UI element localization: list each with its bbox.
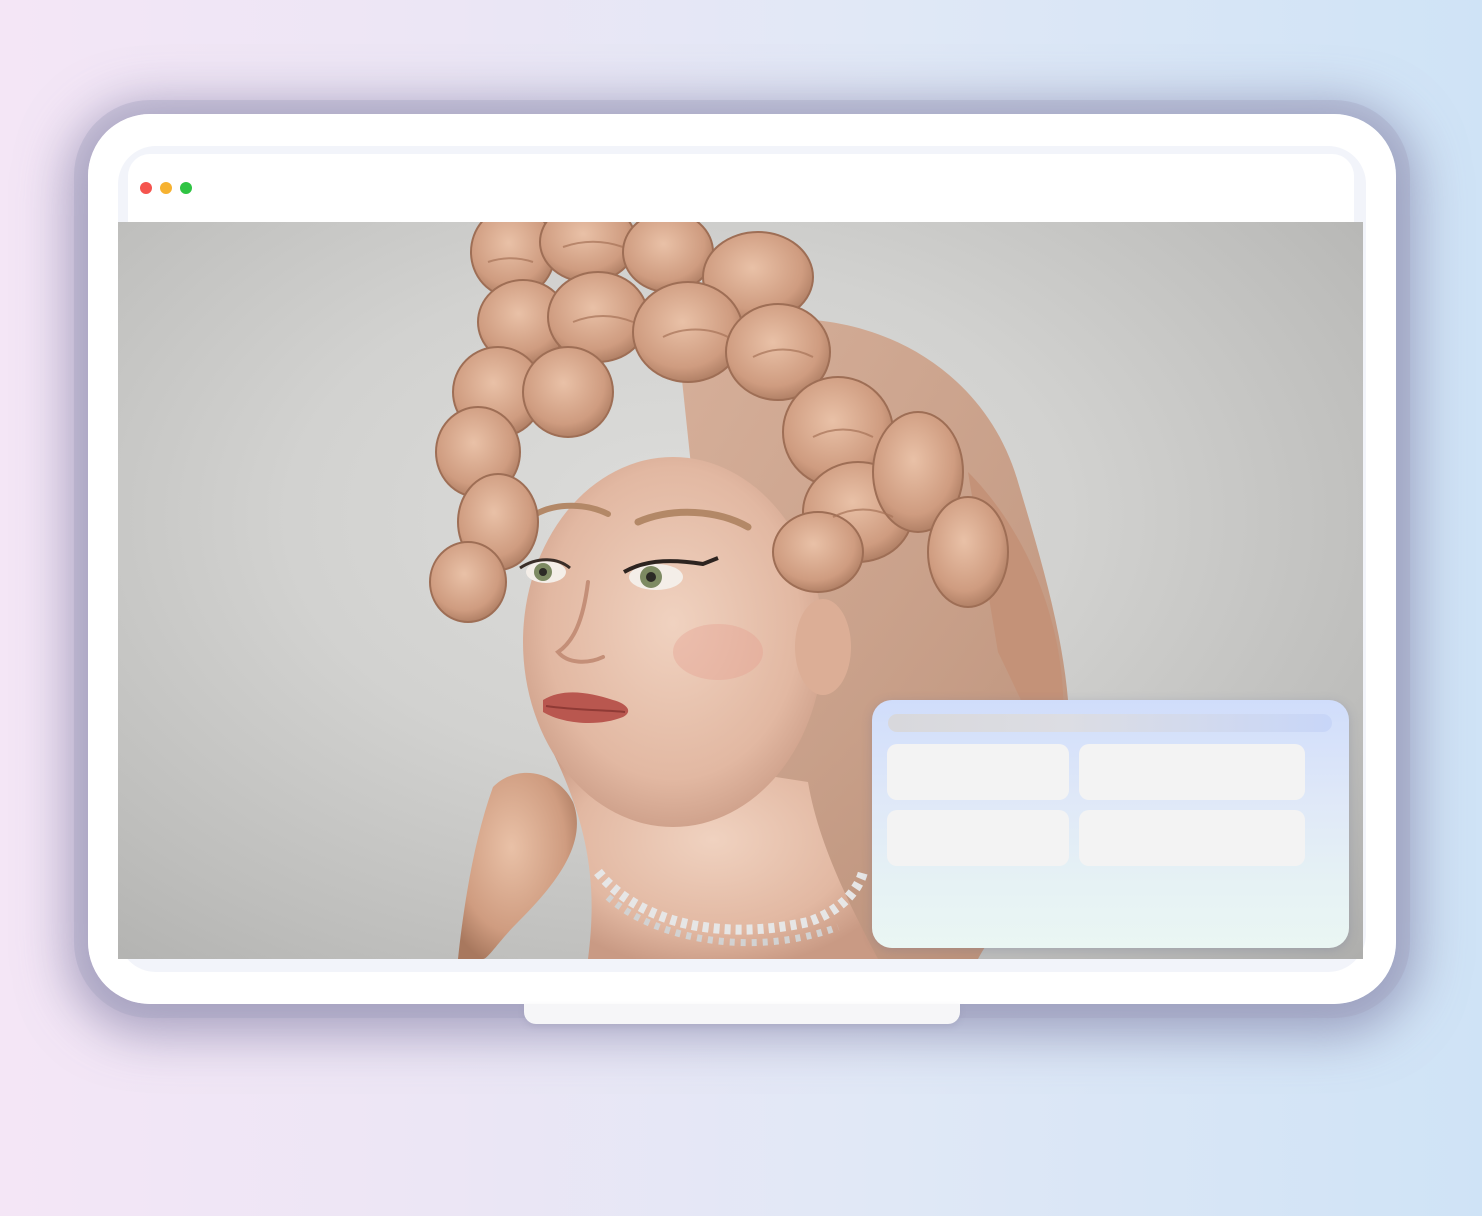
panel-tile[interactable] bbox=[1079, 744, 1305, 800]
close-window-button[interactable] bbox=[140, 182, 152, 194]
panel-tile[interactable] bbox=[887, 810, 1069, 866]
minimize-window-button[interactable] bbox=[160, 182, 172, 194]
browser-title-bar bbox=[128, 154, 1354, 222]
monitor-stand bbox=[524, 1004, 960, 1024]
panel-tile[interactable] bbox=[887, 744, 1069, 800]
panel-tile[interactable] bbox=[1079, 810, 1305, 866]
maximize-window-button[interactable] bbox=[180, 182, 192, 194]
panel-header-bar bbox=[888, 714, 1332, 732]
